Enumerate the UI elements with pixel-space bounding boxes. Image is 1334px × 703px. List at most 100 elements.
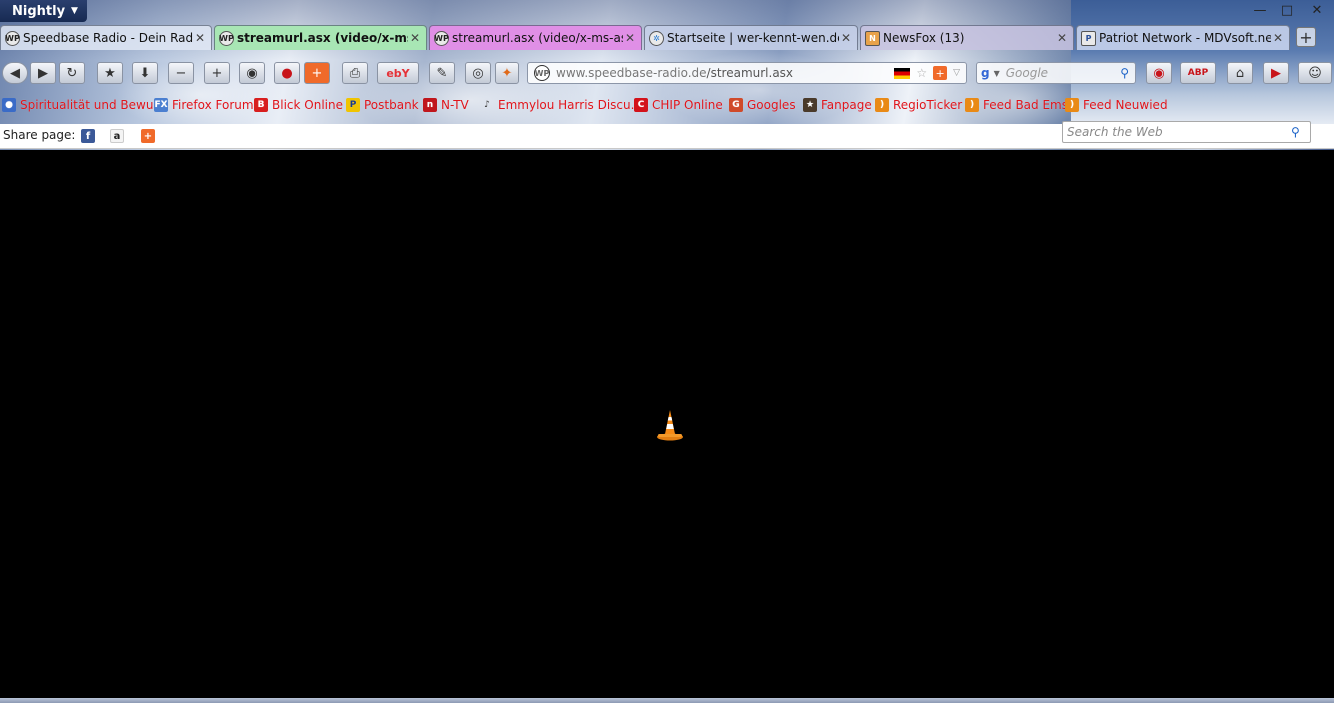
chip-icon: C	[634, 98, 648, 112]
bookmark-regioticker[interactable]: ) RegioTicker	[875, 97, 962, 113]
site-favicon-icon: WP	[5, 30, 20, 46]
patriot-icon: P	[1081, 30, 1096, 46]
tab-label: streamurl.asx (video/x-ms-a...	[237, 31, 408, 45]
reload-button[interactable]: ↻	[59, 62, 85, 84]
minimize-button[interactable]: —	[1249, 2, 1271, 18]
view-button[interactable]: ◎	[465, 62, 491, 84]
forward-arrow-icon: ▶	[38, 65, 48, 81]
notes-button[interactable]: ✎	[429, 62, 455, 84]
bookmark-star-icon[interactable]: ☆	[916, 66, 927, 80]
plus-icon: +	[1299, 27, 1313, 47]
close-tab-icon[interactable]: ✕	[1271, 31, 1285, 45]
new-tab-button[interactable]: +	[1296, 27, 1316, 47]
greasemonkey-button[interactable]: ☺	[1298, 62, 1332, 84]
close-tab-icon[interactable]: ✕	[623, 31, 637, 45]
bookmark-ntv[interactable]: n N-TV	[423, 97, 469, 113]
record-button[interactable]: ●	[274, 62, 300, 84]
printer-icon: ⎙	[349, 65, 361, 81]
bookmark-firefox-forum[interactable]: FX Firefox Forum	[154, 97, 254, 113]
tab-label: streamurl.asx (video/x-ms-asf-...	[452, 31, 623, 45]
search-placeholder: Google	[1005, 66, 1049, 80]
web-search-placeholder: Search the Web	[1067, 125, 1163, 139]
bookmarks-toolbar: ● Spiritualität und Bewu... FX Firefox F…	[0, 94, 1334, 116]
search-engine-dropdown-icon[interactable]: ▼	[994, 69, 1000, 78]
ebay-button[interactable]: ebY	[377, 62, 419, 84]
search-icon[interactable]: ⚲	[1120, 66, 1129, 80]
reload-icon: ↻	[66, 65, 78, 81]
tab-wer-kennt-wen[interactable]: ✲ Startseite | wer-kennt-wen.de ✕	[644, 25, 858, 50]
minimize-icon: —	[1253, 2, 1267, 18]
youtube-button[interactable]: ▶	[1263, 62, 1289, 84]
close-tab-icon[interactable]: ✕	[839, 31, 853, 45]
share-label: Share page:	[3, 128, 76, 142]
bookmark-postbank[interactable]: P Postbank	[346, 97, 419, 113]
app-menu-label: Nightly	[12, 3, 66, 19]
blick-icon: B	[254, 98, 268, 112]
stop-icon: ◉	[1153, 65, 1165, 81]
tab-label: Speedbase Radio - Dein Radio ...	[23, 31, 193, 45]
bookmark-label: N-TV	[441, 98, 469, 112]
web-search-input[interactable]: Search the Web ⚲	[1062, 121, 1311, 143]
tab-patriot-network[interactable]: P Patriot Network - MDVsoft.net ... ✕	[1076, 25, 1290, 50]
site-identity-icon[interactable]: WP	[534, 65, 550, 81]
addthis-url-icon[interactable]: +	[933, 66, 948, 80]
tab-newsfox[interactable]: N NewsFox (13) ✕	[860, 25, 1074, 50]
bookmark-googles[interactable]: G Googles	[729, 97, 796, 113]
tab-label: Patriot Network - MDVsoft.net ...	[1099, 31, 1271, 45]
bookmark-label: RegioTicker	[893, 98, 963, 112]
tab-speedbase-radio[interactable]: WP Speedbase Radio - Dein Radio ... ✕	[0, 25, 212, 50]
fx-icon: FX	[154, 98, 168, 112]
print-button[interactable]: ⎙	[342, 62, 368, 84]
bookmark-label: Spiritualität und Bewu...	[20, 98, 165, 112]
status-bar	[0, 698, 1334, 703]
tab-streamurl-2[interactable]: WP streamurl.asx (video/x-ms-asf-... ✕	[429, 25, 642, 50]
fox-button[interactable]: ✦	[495, 62, 519, 84]
bookmark-feed-neuwied[interactable]: ) Feed Neuwied	[1065, 97, 1168, 113]
notes-icon: ✎	[436, 65, 448, 81]
stop-button[interactable]: ◉	[1146, 62, 1172, 84]
maximize-button[interactable]: □	[1276, 2, 1298, 18]
media-content-area[interactable]	[0, 150, 1334, 698]
close-tab-icon[interactable]: ✕	[408, 31, 422, 45]
postbank-icon: P	[346, 98, 360, 112]
zoom-in-button[interactable]: +	[204, 62, 230, 84]
url-path: /streamurl.asx	[706, 66, 794, 80]
youtube-icon: ▶	[1271, 65, 1281, 81]
close-window-button[interactable]: ✕	[1306, 2, 1328, 18]
close-tab-icon[interactable]: ✕	[193, 31, 207, 45]
google-icon[interactable]: g	[981, 66, 990, 80]
facebook-icon[interactable]: f	[81, 129, 95, 143]
bookmark-blick-online[interactable]: B Blick Online	[254, 97, 343, 113]
search-icon[interactable]: ⚲	[1291, 125, 1305, 139]
tab-streamurl-active[interactable]: WP streamurl.asx (video/x-ms-a... ✕	[214, 25, 427, 50]
url-dropdown-icon[interactable]: ▽	[953, 68, 960, 78]
adblock-button[interactable]: ABP	[1180, 62, 1216, 84]
bookmark-label: Emmylou Harris Discu...	[498, 98, 643, 112]
amazon-icon[interactable]: a	[110, 129, 124, 143]
app-menu-button[interactable]: Nightly ▼	[0, 0, 87, 22]
search-bar[interactable]: g ▼ Google ⚲	[976, 62, 1136, 84]
forward-button[interactable]: ▶	[30, 62, 56, 84]
bookmark-label: Fanpage	[821, 98, 872, 112]
bookmarks-button[interactable]: ★	[97, 62, 123, 84]
rss-icon: )	[965, 98, 979, 112]
downloads-button[interactable]: ⬇	[132, 62, 158, 84]
bookmark-fanpage[interactable]: ★ Fanpage	[803, 97, 872, 113]
url-domain: www.speedbase-radio.de	[556, 66, 707, 80]
url-bar[interactable]: WP www.speedbase-radio.de /streamurl.asx…	[527, 62, 967, 84]
close-tab-icon[interactable]: ✕	[1055, 31, 1069, 45]
bookmark-label: Firefox Forum	[172, 98, 254, 112]
home-button[interactable]: ⌂	[1227, 62, 1253, 84]
wkw-icon: ✲	[649, 30, 664, 46]
back-button[interactable]: ◀	[2, 62, 28, 84]
eye-icon: ◎	[472, 65, 484, 81]
screenshot-button[interactable]: ◉	[239, 62, 265, 84]
addthis-button[interactable]: +	[304, 62, 330, 84]
bookmark-emmylou-harris[interactable]: ♪ Emmylou Harris Discu...	[480, 97, 642, 113]
bookmark-label: Feed Bad Ems	[983, 98, 1068, 112]
addthis-icon[interactable]: +	[141, 129, 155, 143]
bookmark-spiritualitaet[interactable]: ● Spiritualität und Bewu...	[2, 97, 165, 113]
zoom-out-button[interactable]: −	[168, 62, 194, 84]
bookmark-feed-bad-ems[interactable]: ) Feed Bad Ems	[965, 97, 1068, 113]
bookmark-chip-online[interactable]: C CHIP Online	[634, 97, 723, 113]
